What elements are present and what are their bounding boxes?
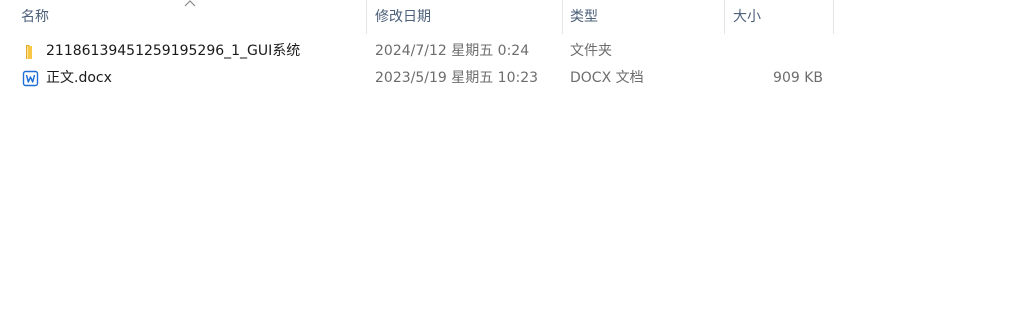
column-header-name-label: 名称 [21,9,49,25]
file-row[interactable]: 正文.docx 2023/5/19 星期五 10:23 DOCX 文档 909 … [0,67,834,90]
file-row[interactable]: 21186139451259195296_1_GUI系统 2024/7/12 星… [0,40,834,63]
column-header-type[interactable]: 类型 [562,0,724,34]
column-header-type-label: 类型 [570,9,598,25]
file-name: 21186139451259195296_1_GUI系统 [46,43,301,59]
file-modified-date: 2023/5/19 星期五 10:23 [375,70,539,86]
column-header-size-label: 大小 [733,9,761,25]
folder-icon [26,45,32,59]
file-modified-date: 2024/7/12 星期五 0:24 [375,43,530,59]
file-type: 文件夹 [570,43,612,59]
column-header: 名称 修改日期 类型 大小 [0,0,1024,34]
column-header-size[interactable]: 大小 [724,0,833,34]
empty-list-area[interactable] [0,92,1024,311]
column-header-date-label: 修改日期 [375,9,431,25]
file-size: 909 KB [773,70,823,86]
word-document-icon [22,70,39,87]
file-type: DOCX 文档 [570,70,644,86]
chevron-up-icon [184,0,196,7]
column-divider[interactable] [833,0,834,34]
file-name: 正文.docx [46,70,112,86]
file-explorer-list: 名称 修改日期 类型 大小 21186139451259195296_1_GUI… [0,0,1024,311]
file-size [727,40,823,63]
column-header-date-modified[interactable]: 修改日期 [366,0,562,34]
